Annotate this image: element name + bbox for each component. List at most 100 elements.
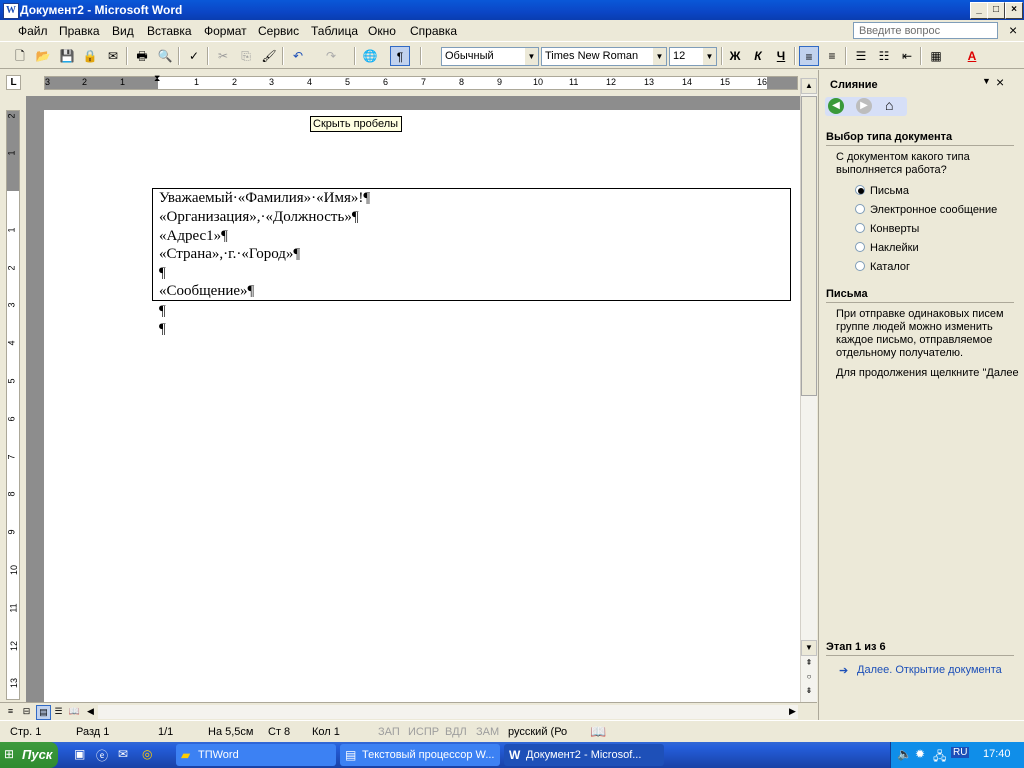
document-line[interactable]: ¶ (159, 303, 166, 320)
menu-view[interactable]: Вид (112, 24, 134, 38)
document-line[interactable]: «Адрес1»¶ (159, 228, 228, 245)
forward-icon[interactable]: ▶ (856, 98, 872, 114)
option-label[interactable]: Наклейки (870, 242, 919, 254)
radio-letters[interactable] (855, 185, 865, 195)
font-color-icon[interactable]: A (962, 46, 982, 66)
volume-icon[interactable]: 🔈 (897, 747, 912, 761)
option-label[interactable]: Каталог (870, 261, 910, 273)
pane-dropdown-icon[interactable]: ▼ (982, 76, 991, 86)
outlook-icon[interactable]: ✉ (118, 747, 128, 761)
network-disconnected-icon[interactable]: 🖧 (933, 747, 946, 768)
align-left-icon[interactable]: ≡ (799, 46, 819, 66)
close-button[interactable]: × (1005, 2, 1023, 19)
bulleted-list-icon[interactable]: ☷ (874, 46, 894, 66)
save-icon[interactable]: 💾 (57, 46, 77, 66)
document-line[interactable]: Уважаемый·«Фамилия»·«Имя»!¶ (159, 190, 370, 207)
quicklaunch-icon[interactable]: ◎ (142, 747, 152, 761)
pane-close-icon[interactable]: × (996, 74, 1004, 90)
cut-icon[interactable]: ✂ (213, 46, 233, 66)
radio-directory[interactable] (855, 261, 865, 271)
task-button-word[interactable]: Документ2 - Microsof... (504, 744, 664, 766)
normal-view-icon[interactable]: ≡ (4, 705, 17, 718)
menu-format[interactable]: Формат (204, 24, 247, 38)
new-document-icon[interactable]: 🗋 (10, 46, 30, 66)
status-extend[interactable]: ВДЛ (445, 726, 467, 738)
horizontal-scroll-track[interactable] (98, 705, 798, 719)
radio-labels[interactable] (855, 242, 865, 252)
print-icon[interactable]: 🖶 (132, 46, 152, 66)
spelling-status-icon[interactable]: 📖 (590, 724, 606, 740)
undo-icon[interactable]: ↶ (288, 46, 308, 66)
vertical-ruler[interactable]: 2 1 1 2 3 4 5 6 7 8 9 10 11 12 13 (6, 110, 20, 700)
bold-button[interactable]: Ж (725, 46, 745, 66)
document-line[interactable]: ¶ (159, 321, 166, 338)
italic-button[interactable]: К (748, 46, 768, 66)
email-icon[interactable]: ✉ (103, 46, 123, 66)
document-line[interactable]: «Страна»,·г.·«Город»¶ (159, 246, 300, 263)
home-icon[interactable]: ⌂ (885, 97, 893, 113)
menu-tools[interactable]: Сервис (258, 24, 299, 38)
web-view-icon[interactable]: ⊟ (20, 705, 33, 718)
option-label[interactable]: Письма (870, 185, 909, 197)
menu-file[interactable]: Файл (18, 24, 48, 38)
redo-icon[interactable]: ↷ (321, 46, 341, 66)
scroll-thumb[interactable] (801, 96, 817, 396)
align-center-icon[interactable]: ≡ (822, 46, 842, 66)
chevron-down-icon[interactable]: ▼ (653, 48, 666, 65)
arrow-right-icon[interactable]: ➔ (839, 664, 848, 677)
scroll-up-icon[interactable]: ▲ (801, 78, 817, 94)
menu-help[interactable]: Справка (410, 24, 457, 38)
radio-email[interactable] (855, 204, 865, 214)
status-rec[interactable]: ЗАП (378, 726, 400, 738)
copy-icon[interactable]: ⎘ (236, 46, 256, 66)
hyperlink-icon[interactable]: 🌐 (360, 46, 380, 66)
open-icon[interactable]: 📂 (33, 46, 53, 66)
ie-icon[interactable]: ⓔ (96, 747, 108, 764)
print-layout-icon[interactable]: ▤ (36, 705, 51, 720)
network-icon[interactable]: ✹ (915, 747, 925, 761)
document-line[interactable]: ¶ (159, 265, 166, 282)
back-icon[interactable]: ◀ (828, 98, 844, 114)
menu-insert[interactable]: Вставка (147, 24, 192, 38)
status-language[interactable]: русский (Ро (508, 726, 567, 738)
spelling-icon[interactable]: ✓ (184, 46, 204, 66)
font-size-combo[interactable]: 12 ▼ (669, 47, 717, 66)
radio-envelopes[interactable] (855, 223, 865, 233)
tab-selector[interactable]: L (6, 75, 21, 90)
ask-question-input[interactable]: Введите вопрос (853, 22, 998, 39)
document-line[interactable]: «Организация»,·«Должность»¶ (159, 209, 359, 226)
language-indicator[interactable]: RU (951, 747, 970, 758)
menu-table[interactable]: Таблица (311, 24, 358, 38)
menu-edit[interactable]: Правка (59, 24, 100, 38)
show-desktop-icon[interactable]: ▣ (74, 747, 85, 761)
borders-icon[interactable]: ▦ (926, 46, 946, 66)
document-close-icon[interactable]: × (1009, 22, 1017, 38)
next-page-icon[interactable]: ⇟ (801, 684, 817, 700)
chevron-down-icon[interactable]: ▼ (525, 48, 538, 65)
minimize-button[interactable]: _ (970, 2, 988, 19)
chevron-down-icon[interactable]: ▼ (703, 48, 716, 65)
option-label[interactable]: Электронное сообщение (870, 204, 997, 216)
vertical-scrollbar[interactable]: ▲ ▼ ⇞ ○ ⇟ (800, 78, 817, 702)
font-combo[interactable]: Times New Roman ▼ (541, 47, 667, 66)
next-step-link[interactable]: Далее. Открытие документа (857, 664, 1002, 676)
style-combo[interactable]: Обычный ▼ (441, 47, 539, 66)
document-line[interactable]: «Сообщение»¶ (159, 283, 254, 300)
reading-view-icon[interactable]: 📖 (68, 705, 81, 718)
format-painter-icon[interactable]: 🖌 (259, 46, 279, 66)
task-button-folder[interactable]: TПWord (176, 744, 336, 766)
word-app-icon[interactable]: W (3, 3, 19, 19)
status-track[interactable]: ИСПР (408, 726, 439, 738)
option-label[interactable]: Конверты (870, 223, 919, 235)
scroll-right-icon[interactable]: ▶ (786, 705, 799, 718)
status-overtype[interactable]: ЗАМ (476, 726, 499, 738)
numbered-list-icon[interactable]: ☰ (851, 46, 871, 66)
print-preview-icon[interactable]: 🔍 (155, 46, 175, 66)
underline-button[interactable]: Ч (771, 46, 791, 66)
scroll-down-icon[interactable]: ▼ (801, 640, 817, 656)
outline-view-icon[interactable]: ☰ (52, 705, 65, 718)
show-hide-button[interactable]: ¶ (390, 46, 410, 66)
maximize-button[interactable]: □ (987, 2, 1005, 19)
outdent-icon[interactable]: ⇤ (897, 46, 917, 66)
task-button-book[interactable]: Текстовый процессор W... (340, 744, 500, 766)
